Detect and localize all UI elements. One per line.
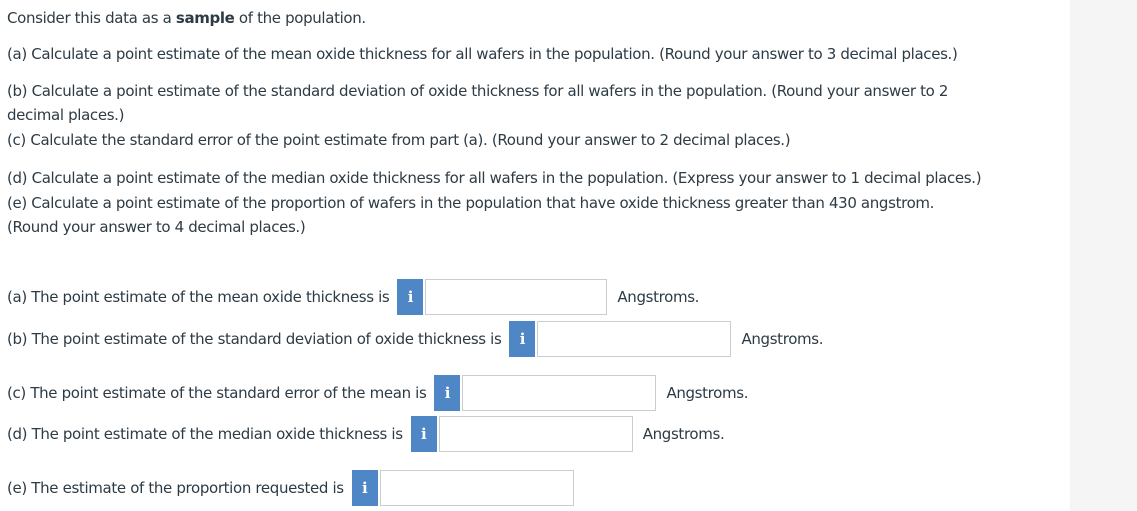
intro-prefix: Consider this data as a bbox=[7, 9, 176, 27]
answer-input-e[interactable] bbox=[379, 470, 574, 506]
answer-input-a[interactable] bbox=[425, 279, 608, 315]
question-c: (c) Calculate the standard error of the … bbox=[7, 131, 791, 149]
answer-label-c: (c) The point estimate of the standard e… bbox=[7, 384, 427, 402]
intro-bold-word: sample bbox=[175, 9, 235, 27]
info-icon[interactable]: i bbox=[410, 416, 437, 452]
question-d: (d) Calculate a point estimate of the me… bbox=[7, 169, 982, 187]
info-icon[interactable]: i bbox=[351, 470, 378, 506]
answer-row-a: (a) The point estimate of the mean oxide… bbox=[7, 278, 699, 316]
info-icon[interactable]: i bbox=[509, 321, 536, 357]
answer-label-b: (b) The point estimate of the standard d… bbox=[7, 330, 502, 348]
answer-label-d: (d) The point estimate of the median oxi… bbox=[7, 425, 403, 443]
unit-label-c: Angstroms. bbox=[666, 384, 749, 402]
answer-input-d[interactable] bbox=[438, 416, 633, 452]
answer-row-c: (c) The point estimate of the standard e… bbox=[7, 374, 748, 412]
info-icon[interactable]: i bbox=[397, 279, 424, 315]
intro-suffix: of the population. bbox=[234, 9, 366, 27]
answer-row-e: (e) The estimate of the proportion reque… bbox=[7, 469, 574, 507]
question-a: (a) Calculate a point estimate of the me… bbox=[7, 45, 958, 63]
unit-label-a: Angstroms. bbox=[617, 288, 700, 306]
answer-input-b[interactable] bbox=[537, 321, 732, 357]
side-panel bbox=[1070, 0, 1137, 511]
question-content: Consider this data as a sample of the po… bbox=[0, 0, 1070, 511]
question-e-line2: (Round your answer to 4 decimal places.) bbox=[7, 218, 306, 236]
unit-label-d: Angstroms. bbox=[642, 425, 725, 443]
info-icon[interactable]: i bbox=[434, 375, 461, 411]
question-b-line2: decimal places.) bbox=[7, 106, 125, 124]
answer-label-e: (e) The estimate of the proportion reque… bbox=[7, 479, 344, 497]
answer-input-c[interactable] bbox=[462, 375, 657, 411]
question-e-line1: (e) Calculate a point estimate of the pr… bbox=[7, 194, 935, 212]
unit-label-b: Angstroms. bbox=[741, 330, 824, 348]
answer-label-a: (a) The point estimate of the mean oxide… bbox=[7, 288, 390, 306]
question-b-line1: (b) Calculate a point estimate of the st… bbox=[7, 82, 949, 100]
answer-row-b: (b) The point estimate of the standard d… bbox=[7, 320, 824, 358]
answer-row-d: (d) The point estimate of the median oxi… bbox=[7, 415, 725, 453]
intro-text: Consider this data as a sample of the po… bbox=[7, 6, 366, 30]
